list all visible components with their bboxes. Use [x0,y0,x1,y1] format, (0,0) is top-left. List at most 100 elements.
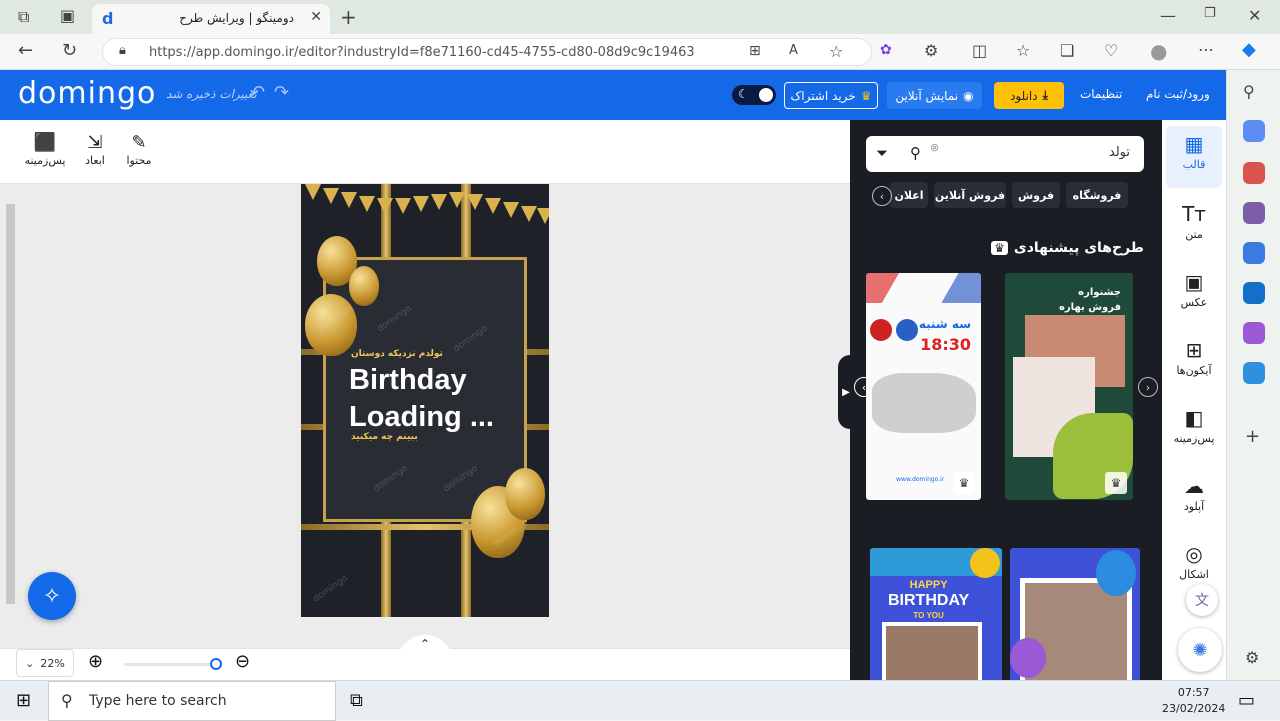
taskbar-clock[interactable]: 07:57 23/02/2024 [1162,685,1225,717]
more-menu-icon[interactable]: ⋯ [1198,40,1214,59]
windows-start-icon[interactable]: ⊞ [16,690,31,711]
games-icon[interactable] [1243,202,1265,224]
nav-text[interactable]: Tт متن [1166,202,1222,241]
split-screen-icon[interactable]: ◫ [972,41,987,60]
close-tab-icon[interactable]: ✕ [310,9,322,25]
nav-templates[interactable]: ▦ قالب [1166,126,1222,188]
ai-assistant-icon[interactable]: ✺ [1178,628,1222,672]
domingo-favicon-icon: d [102,9,114,28]
collapse-pages-button[interactable]: ⌃ [396,635,454,665]
minimize-icon[interactable]: — [1160,6,1176,25]
collections-icon[interactable]: ❏ [1060,41,1074,60]
nav-photos[interactable]: ▣ عکس [1166,270,1222,309]
bunting-flag [323,188,339,204]
add-sidebar-icon[interactable]: + [1245,426,1260,447]
edge-sidebar: ⚲ + ⚙ [1226,70,1280,680]
nav-background-label: پس‌زمینه [1173,432,1215,445]
nav-icons[interactable]: ⊞ آیکون‌ها [1166,338,1222,377]
settings-link[interactable]: تنظیمات [1080,87,1122,101]
zoom-select[interactable]: ⌄ 22% [16,649,74,677]
designer-icon[interactable] [1243,322,1265,344]
template-card-birthday-cake[interactable] [1010,548,1140,680]
browser-tab-active[interactable]: d دومینگو | ویرایش طرح ✕ [92,4,330,34]
domingo-logo[interactable]: domingo [18,76,156,111]
translate-icon[interactable]: 文 [1186,584,1218,616]
app-available-icon[interactable]: ⊞ [749,43,761,59]
outlook-icon[interactable] [1243,282,1265,304]
read-aloud-icon[interactable]: A [789,43,798,58]
content-tool[interactable]: ✎ محتوا [114,132,164,167]
lock-icon[interactable]: 🔒︎ [119,43,126,58]
tools-icon[interactable] [1243,162,1265,184]
nav-upload[interactable]: ☁ آپلود [1166,474,1222,513]
design-canvas[interactable]: domingo domingo domingo domingo domingo … [301,184,549,617]
undo-icon[interactable]: ↶ [250,82,265,103]
search-icon[interactable]: ⚲ [910,144,921,162]
nav-shapes[interactable]: ◎ اشکال [1166,542,1222,581]
nav-background[interactable]: ◧ پس‌زمینه [1166,406,1222,445]
zoom-in-icon[interactable]: ⊕ [88,651,103,672]
profile-icon[interactable]: ● [1150,39,1167,63]
balloon-sticker [1096,550,1136,596]
team-logo-red [870,319,892,341]
favorites-icon[interactable]: ☆ [1016,41,1030,60]
tab-actions-icon[interactable]: ▣ [60,6,75,25]
favorite-star-icon[interactable]: ☆ [829,42,843,61]
clear-search-icon[interactable]: ⊗ [930,141,939,154]
workspaces-icon[interactable]: ⧉ [18,7,29,27]
extensions-icon[interactable]: ⚙ [924,41,938,60]
copilot-icon[interactable]: ◆ [1242,39,1256,60]
template-card-match[interactable]: سه شنبه 18:30 www.domingo.ir ♛ [866,273,981,500]
vertical-scrollbar[interactable] [6,204,15,604]
zoom-slider-knob[interactable] [210,658,222,670]
back-icon[interactable]: ← [18,40,33,61]
dark-mode-toggle[interactable]: ☾ [732,85,776,105]
new-tab-icon[interactable]: + [340,5,357,29]
chip-sale[interactable]: فروش [1012,182,1060,208]
chip-online-sale[interactable]: فروش آنلاین [934,182,1006,208]
taskbar-search[interactable]: ⚲ Type here to search [48,681,336,721]
search-icon[interactable]: ⚲ [1243,82,1255,101]
settings-gear-icon[interactable]: ⚙ [1245,648,1259,667]
login-link[interactable]: ورود/ثبت نام [1146,87,1210,101]
redo-icon[interactable]: ↷ [274,82,289,103]
online-preview-button[interactable]: ◉ نمایش آنلاین [887,82,982,109]
shopping-icon[interactable] [1243,120,1265,142]
chip-announcement[interactable]: اعلان [890,182,928,208]
office-icon[interactable] [1243,242,1265,264]
chip-store[interactable]: فروشگاه [1066,182,1128,208]
eye-icon: ◉ [963,88,974,103]
magic-wand-button[interactable]: ✧ [28,572,76,620]
task-view-icon[interactable]: ⧉ [350,690,363,711]
template-search-box[interactable]: ⏷ ⚲ ⊗ تولد [866,136,1144,172]
restore-icon[interactable]: ❐ [1204,6,1216,21]
design-subtitle[interactable]: تولدم نزدیکه دوستان [351,349,491,359]
photo-frame [882,622,982,680]
gold-balloon [349,266,379,306]
nav-shapes-label: اشکال [1179,568,1209,581]
send-icon[interactable] [1243,362,1265,384]
close-window-icon[interactable]: ✕ [1248,6,1261,25]
url-field[interactable]: 🔒︎ https://app.domingo.ir/editor?industr… [102,38,872,66]
zoom-out-icon[interactable]: ⊖ [235,651,250,672]
notifications-icon[interactable]: ▭ [1238,690,1255,711]
buy-subscription-button[interactable]: ♛ خرید اشتراک [784,82,878,109]
template-search-input[interactable]: تولد [1109,145,1130,160]
crown-icon: ♛ [991,241,1008,255]
background-layout-icon: ◧ [1184,406,1204,430]
bunting-flag [485,198,501,214]
zoom-slider[interactable] [124,658,222,670]
design-title[interactable]: Birthday Loading ... [349,362,494,436]
chips-scroll-left-icon[interactable]: ‹ [872,186,892,206]
performance-icon[interactable]: ♡ [1104,41,1118,60]
carousel-next-icon[interactable]: › [1138,377,1158,397]
design-cta[interactable]: ببینم چه میکنید [351,432,418,442]
template-card-spring-sale[interactable]: جشنواره فروش بهاره ♛ [1005,273,1133,500]
refresh-icon[interactable]: ↻ [62,40,77,61]
filter-icon[interactable]: ⏷ [876,144,888,162]
copilot-ext-icon[interactable]: ✿ [880,42,892,58]
download-button[interactable]: ⤓ دانلود [994,82,1064,109]
dimensions-tool[interactable]: ⇲ ابعاد [70,132,120,167]
background-tool[interactable]: ⬛ پس‌زمینه [20,132,70,167]
template-card-happy-birthday[interactable]: HAPPY BIRTHDAY TO YOU [870,548,1002,680]
